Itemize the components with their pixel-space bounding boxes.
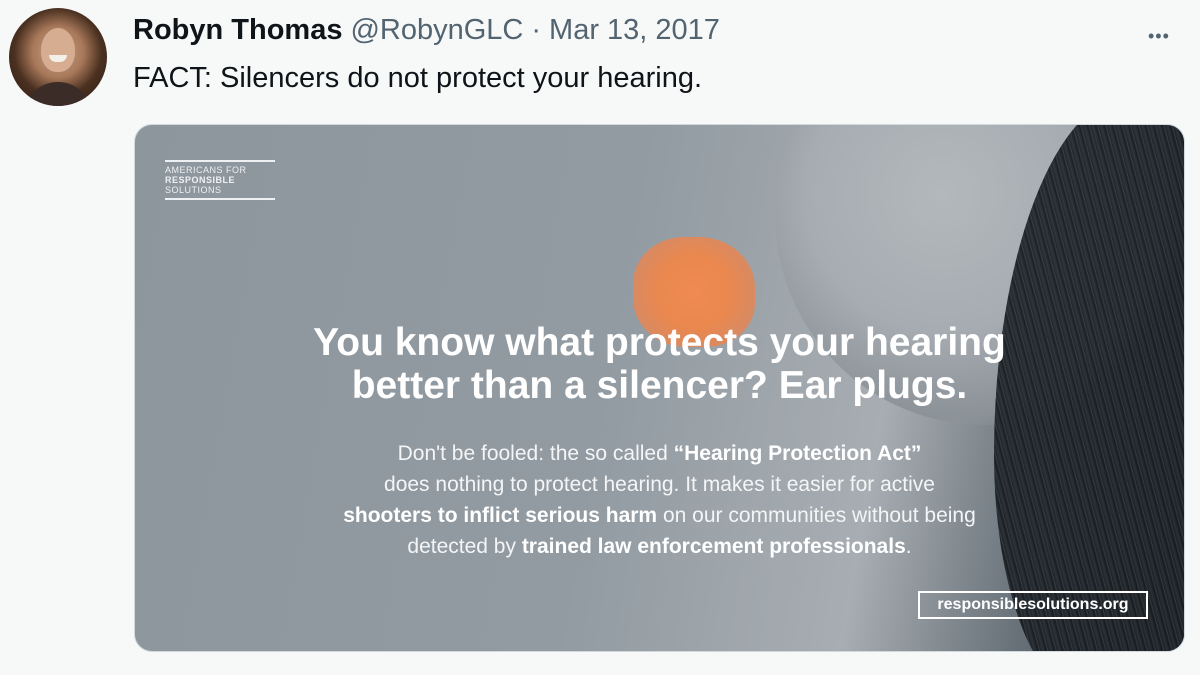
card-body: Don't be fooled: the so called “Hearing … (135, 438, 1184, 562)
body-l1-a: Don't be fooled: the so called (397, 442, 674, 465)
org-logo: AMERICANS FOR RESPONSIBLE SOLUTIONS (165, 157, 275, 203)
logo-rule-bottom (165, 198, 275, 200)
logo-line-1: AMERICANS FOR (165, 165, 247, 175)
author-name[interactable]: Robyn Thomas (133, 14, 342, 47)
headline-line-2: better than a silencer? Ear plugs. (351, 364, 968, 407)
logo-rule-top (165, 160, 275, 162)
body-line-3: shooters to inflict serious harm on our … (135, 500, 1184, 531)
tweet-date[interactable]: Mar 13, 2017 (549, 14, 720, 47)
body-line-1: Don't be fooled: the so called “Hearing … (135, 438, 1184, 469)
headline-line-1: You know what protects your hearing (313, 321, 1006, 364)
tweet-header: Robyn Thomas @RobynGLC · Mar 13, 2017 (133, 10, 720, 50)
more-horizontal-icon[interactable]: ••• (1148, 26, 1170, 47)
avatar-shirt (23, 82, 93, 106)
body-line-4: detected by trained law enforcement prof… (135, 531, 1184, 562)
logo-line-3: SOLUTIONS (165, 185, 222, 195)
avatar[interactable] (9, 8, 107, 106)
body-l3-b: on our communities without being (657, 504, 976, 527)
card-url[interactable]: responsiblesolutions.org (918, 591, 1148, 619)
media-card[interactable]: AMERICANS FOR RESPONSIBLE SOLUTIONS You … (134, 124, 1185, 652)
author-handle[interactable]: @RobynGLC (350, 14, 523, 47)
body-line-2: does nothing to protect hearing. It make… (384, 473, 935, 496)
body-l4-a: detected by (407, 535, 522, 558)
body-l3-a: shooters to inflict serious harm (343, 504, 658, 527)
tweet-text: FACT: Silencers do not protect your hear… (133, 62, 703, 94)
avatar-face (41, 28, 75, 72)
tweet[interactable]: Robyn Thomas @RobynGLC · Mar 13, 2017 ••… (0, 0, 1200, 675)
header-separator: · (531, 13, 542, 46)
body-l4-b: trained law enforcement professionals (521, 535, 906, 558)
body-l1-b: “Hearing Protection Act” (673, 442, 922, 465)
logo-line-2: RESPONSIBLE (165, 175, 236, 185)
card-headline: You know what protects your hearing bett… (135, 321, 1184, 407)
body-l4-c: . (905, 535, 912, 558)
